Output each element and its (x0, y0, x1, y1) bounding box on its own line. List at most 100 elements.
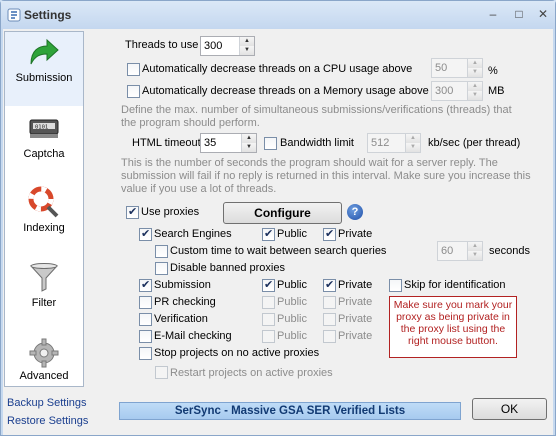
stop-projects-checkbox[interactable] (139, 347, 152, 360)
timeout-stepper-arrows[interactable]: ▲ ▼ (241, 134, 256, 152)
pr-checking-label: PR checking (154, 296, 216, 308)
threads-note: Define the max. number of simultaneous s… (121, 104, 512, 129)
bandwidth-limit-label: Bandwidth limit (280, 137, 354, 149)
sidebar-label-filter: Filter (31, 297, 57, 309)
disable-banned-label: Disable banned proxies (170, 262, 285, 274)
custom-wait-label: Custom time to wait between search queri… (170, 245, 387, 257)
down-arrow-icon[interactable]: ▼ (468, 251, 482, 260)
configure-proxies-button[interactable]: Configure (223, 202, 342, 224)
cpu-limit-stepper[interactable]: 50 ▲ ▼ (431, 58, 483, 78)
memory-limit-checkbox[interactable] (127, 85, 140, 98)
bandwidth-stepper-arrows[interactable]: ▲ ▼ (405, 134, 420, 152)
sidebar-item-captcha[interactable]: 0101 Captcha (5, 108, 83, 182)
up-arrow-icon[interactable]: ▲ (406, 134, 420, 143)
verification-label: Verification (154, 313, 208, 325)
sidebar-item-submission[interactable]: Submission (5, 32, 83, 106)
submission-proxies-label: Submission (154, 279, 211, 291)
down-arrow-icon[interactable]: ▼ (406, 143, 420, 152)
use-proxies-label: Use proxies (141, 206, 200, 218)
cpu-limit-value: 50 (435, 62, 448, 74)
minimize-button[interactable]: – (482, 6, 504, 23)
green-arrow-icon (30, 38, 59, 65)
custom-wait-value: 60 (441, 245, 454, 257)
down-arrow-icon[interactable]: ▼ (468, 68, 482, 77)
disable-banned-checkbox[interactable] (155, 262, 168, 275)
html-timeout-stepper[interactable]: 35 ▲ ▼ (200, 133, 257, 153)
bandwidth-limit-checkbox[interactable] (264, 137, 277, 150)
custom-wait-stepper[interactable]: 60 ▲ ▼ (437, 241, 483, 261)
down-arrow-icon[interactable]: ▼ (468, 91, 482, 100)
up-arrow-icon[interactable]: ▲ (242, 134, 256, 143)
sidebar-label-advanced: Advanced (19, 370, 69, 382)
verification-checkbox[interactable] (139, 313, 152, 326)
restart-projects-checkbox[interactable] (155, 366, 168, 379)
memory-unit: MB (488, 85, 505, 97)
email-checking-private-label: Private (338, 330, 373, 342)
timeout-note: This is the number of seconds the progra… (121, 157, 531, 195)
pr-checking-checkbox[interactable] (139, 296, 152, 309)
captcha-icon: 0101 (29, 119, 59, 138)
gear-icon (29, 338, 59, 368)
search-engines-private-label: Private (338, 228, 373, 240)
memory-limit-value: 300 (435, 85, 454, 97)
threads-label: Threads to use (125, 39, 199, 51)
pr-checking-public-label: Public (277, 296, 307, 308)
pr-checking-private-label: Private (338, 296, 373, 308)
email-checking-public-checkbox[interactable] (262, 330, 275, 343)
cpu-limit-checkbox[interactable] (127, 63, 140, 76)
submission-private-checkbox[interactable] (323, 278, 336, 292)
close-button[interactable]: ✕ (532, 6, 554, 23)
sidebar-item-filter[interactable]: Filter (5, 257, 83, 331)
threads-stepper[interactable]: 300 ▲ ▼ (200, 36, 255, 56)
email-checking-private-checkbox[interactable] (323, 330, 336, 343)
pr-checking-private-checkbox[interactable] (323, 296, 336, 309)
threads-stepper-arrows[interactable]: ▲ ▼ (239, 37, 254, 55)
search-engines-label: Search Engines (154, 228, 232, 240)
maximize-button[interactable]: □ (508, 6, 530, 23)
lifebuoy-magnifier-icon (28, 186, 59, 218)
sidebar-item-indexing[interactable]: Indexing (5, 182, 83, 256)
search-engines-private-checkbox[interactable] (323, 227, 336, 241)
submission-public-checkbox[interactable] (262, 278, 275, 292)
email-checking-checkbox[interactable] (139, 330, 152, 343)
restore-settings-link[interactable]: Restore Settings (7, 415, 88, 427)
window-title: Settings (24, 8, 72, 22)
sidebar-item-advanced[interactable]: Advanced (5, 332, 83, 406)
down-arrow-icon[interactable]: ▼ (240, 46, 254, 55)
custom-wait-checkbox[interactable] (155, 245, 168, 258)
up-arrow-icon[interactable]: ▲ (468, 242, 482, 251)
verification-private-checkbox[interactable] (323, 313, 336, 326)
cpu-stepper-arrows[interactable]: ▲ ▼ (467, 59, 482, 77)
memory-limit-stepper[interactable]: 300 ▲ ▼ (431, 81, 483, 101)
wait-stepper-arrows[interactable]: ▲ ▼ (467, 242, 482, 260)
email-checking-public-label: Public (277, 330, 307, 342)
ok-button[interactable]: OK (472, 398, 547, 420)
up-arrow-icon[interactable]: ▲ (468, 82, 482, 91)
html-timeout-label: HTML timeout (132, 137, 201, 149)
threads-value: 300 (204, 40, 223, 52)
up-arrow-icon[interactable]: ▲ (468, 59, 482, 68)
pr-checking-public-checkbox[interactable] (262, 296, 275, 309)
funnel-icon (29, 263, 59, 292)
verification-public-checkbox[interactable] (262, 313, 275, 326)
search-engines-public-label: Public (277, 228, 307, 240)
down-arrow-icon[interactable]: ▼ (242, 143, 256, 152)
use-proxies-checkbox[interactable] (126, 205, 139, 219)
bandwidth-limit-value: 512 (371, 137, 390, 149)
skip-identification-checkbox[interactable] (389, 279, 402, 292)
seconds-label: seconds (489, 245, 530, 257)
verification-private-label: Private (338, 313, 373, 325)
private-proxy-warning: Make sure you mark your proxy as being p… (389, 296, 517, 358)
sersync-banner[interactable]: SerSync - Massive GSA SER Verified Lists (119, 402, 461, 420)
search-engines-public-checkbox[interactable] (262, 227, 275, 241)
submission-proxies-checkbox[interactable] (139, 278, 152, 292)
email-checking-label: E-Mail checking (154, 330, 232, 342)
cpu-unit: % (488, 65, 498, 77)
search-engines-checkbox[interactable] (139, 227, 152, 241)
help-icon[interactable]: ? (347, 204, 363, 220)
memory-stepper-arrows[interactable]: ▲ ▼ (467, 82, 482, 100)
bandwidth-limit-stepper[interactable]: 512 ▲ ▼ (367, 133, 421, 153)
backup-settings-link[interactable]: Backup Settings (7, 397, 87, 409)
up-arrow-icon[interactable]: ▲ (240, 37, 254, 46)
stop-projects-label: Stop projects on no active proxies (154, 347, 320, 359)
